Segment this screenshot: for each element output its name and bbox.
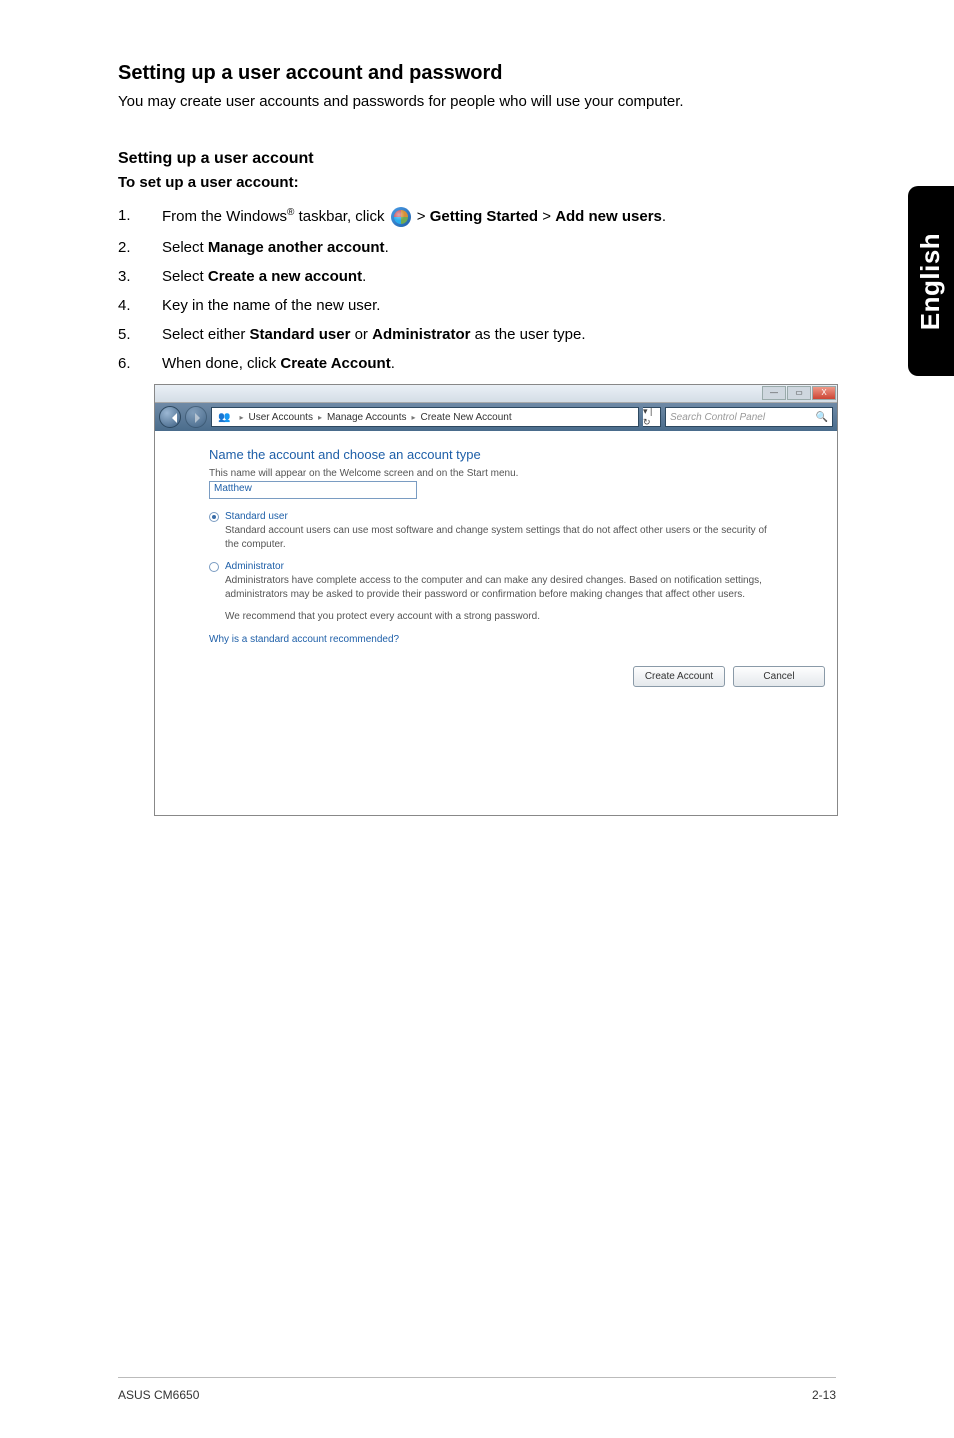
intro-text: You may create user accounts and passwor… xyxy=(118,93,836,110)
cancel-button[interactable]: Cancel xyxy=(733,666,825,687)
dialog-heading: Name the account and choose an account t… xyxy=(209,447,783,462)
standard-user-radio[interactable] xyxy=(209,512,219,522)
administrator-radio-label: Administrator xyxy=(225,561,284,572)
administrator-description: Administrators have complete access to t… xyxy=(225,574,783,601)
breadcrumb-3[interactable]: Create New Account xyxy=(420,412,511,423)
step1-text-b: taskbar, click xyxy=(294,208,388,225)
footer-page-number: 2-13 xyxy=(812,1388,836,1402)
close-button[interactable]: X xyxy=(812,386,836,400)
breadcrumb-icon: 👥 xyxy=(218,412,230,423)
create-new-account-label: Create a new account xyxy=(208,268,362,285)
step-6: 6. When done, click Create Account. xyxy=(118,355,836,372)
create-account-window: — ▭ X 👥 ▸ User Accounts ▸ Manage Account… xyxy=(154,384,838,816)
step3-c: . xyxy=(362,268,366,285)
dialog-instruction: This name will appear on the Welcome scr… xyxy=(209,468,783,479)
search-placeholder: Search Control Panel xyxy=(670,412,765,423)
step4-text: Key in the name of the new user. xyxy=(162,297,380,314)
chevron-icon: ▸ xyxy=(239,413,243,422)
administrator-label: Administrator xyxy=(372,326,470,343)
add-new-users-label: Add new users xyxy=(555,208,662,225)
footer-product: ASUS CM6650 xyxy=(118,1388,199,1402)
start-icon xyxy=(391,207,411,227)
step1-text-a: From the Windows xyxy=(162,208,287,225)
step3-a: Select xyxy=(162,268,208,285)
refresh-button[interactable]: ▾ | ↻ xyxy=(643,407,661,427)
step5-e: as the user type. xyxy=(470,326,585,343)
dialog-screenshot: — ▭ X 👥 ▸ User Accounts ▸ Manage Account… xyxy=(118,384,836,816)
breadcrumb-2[interactable]: Manage Accounts xyxy=(327,412,407,423)
standard-user-description: Standard account users can use most soft… xyxy=(225,524,783,551)
manage-another-account-label: Manage another account xyxy=(208,239,385,256)
forward-button[interactable] xyxy=(185,406,207,428)
account-name-input[interactable]: Matthew xyxy=(209,481,417,499)
breadcrumb-1[interactable]: User Accounts xyxy=(248,412,312,423)
window-buttons: — ▭ X xyxy=(762,385,836,402)
step1-dot: . xyxy=(662,208,666,225)
standard-user-label: Standard user xyxy=(250,326,351,343)
step6-c: . xyxy=(391,355,395,372)
step2-a: Select xyxy=(162,239,208,256)
steps-list: 1. From the Windows® taskbar, click > Ge… xyxy=(118,207,836,372)
dialog-button-row: Create Account Cancel xyxy=(155,655,837,697)
step-4: 4. Key in the name of the new user. xyxy=(118,297,836,314)
step-3: 3. Select Create a new account. xyxy=(118,268,836,285)
subsection-heading: Setting up a user account xyxy=(118,150,836,168)
standard-user-radio-row[interactable]: Standard user xyxy=(209,511,783,522)
page-content: Setting up a user account and password Y… xyxy=(0,0,954,816)
section-heading: Setting up a user account and password xyxy=(118,62,836,85)
step-1: 1. From the Windows® taskbar, click > Ge… xyxy=(118,207,836,227)
back-button[interactable] xyxy=(159,406,181,428)
minimize-button[interactable]: — xyxy=(762,386,786,400)
search-input[interactable]: Search Control Panel 🔍 xyxy=(665,407,833,427)
chevron-icon: ▸ xyxy=(411,413,415,422)
recommendation-text: We recommend that you protect every acco… xyxy=(225,611,783,622)
maximize-button[interactable]: ▭ xyxy=(787,386,811,400)
dialog-body: Name the account and choose an account t… xyxy=(155,431,837,655)
dialog-spacer xyxy=(155,697,837,815)
step-5: 5. Select either Standard user or Admini… xyxy=(118,326,836,343)
step5-a: Select either xyxy=(162,326,250,343)
administrator-radio[interactable] xyxy=(209,562,219,572)
page-footer: ASUS CM6650 2-13 xyxy=(118,1377,836,1402)
chevron-icon: ▸ xyxy=(318,413,322,422)
step2-c: . xyxy=(385,239,389,256)
why-standard-link[interactable]: Why is a standard account recommended? xyxy=(209,634,783,645)
address-bar[interactable]: 👥 ▸ User Accounts ▸ Manage Accounts ▸ Cr… xyxy=(211,407,639,427)
step6-a: When done, click xyxy=(162,355,280,372)
getting-started-label: Getting Started xyxy=(430,208,538,225)
administrator-radio-row[interactable]: Administrator xyxy=(209,561,783,572)
language-label: English xyxy=(916,232,947,329)
step1-gt1: > xyxy=(413,208,430,225)
procedure-title: To set up a user account: xyxy=(118,174,836,191)
search-icon: 🔍 xyxy=(816,412,828,423)
navigation-row: 👥 ▸ User Accounts ▸ Manage Accounts ▸ Cr… xyxy=(155,403,837,431)
step1-gt2: > xyxy=(538,208,555,225)
step-2: 2. Select Manage another account. xyxy=(118,239,836,256)
standard-user-radio-label: Standard user xyxy=(225,511,288,522)
create-account-label: Create Account xyxy=(280,355,390,372)
window-titlebar: — ▭ X xyxy=(155,385,837,403)
create-account-button[interactable]: Create Account xyxy=(633,666,725,687)
step5-c: or xyxy=(350,326,372,343)
language-tab: English xyxy=(908,186,954,376)
